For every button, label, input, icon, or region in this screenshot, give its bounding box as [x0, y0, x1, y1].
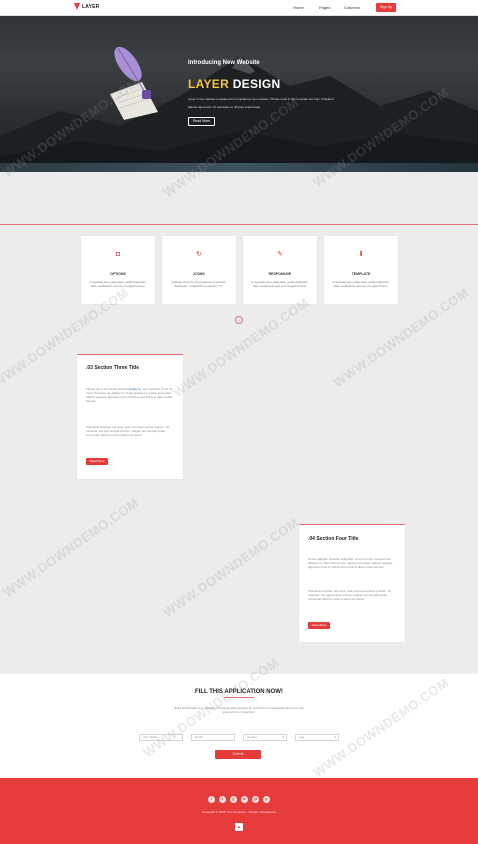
- refresh-icon: ↻: [196, 251, 202, 258]
- section-four-paragraph-2: Phasellus tincidunt nec ante, quis commo…: [308, 589, 391, 601]
- hero-text-1: Layer is free website template from temp…: [188, 97, 335, 101]
- nav-link-columns[interactable]: Columns: [344, 5, 360, 10]
- brand-name: LAYER: [82, 3, 100, 10]
- section-four-read-more-button[interactable]: Read More: [308, 622, 330, 629]
- feature-title: OPTIONS: [110, 272, 126, 276]
- hero-title-accent: LAYER: [188, 77, 230, 91]
- copyright-text: Copyright © 2016 Your Company · Design: …: [202, 810, 276, 814]
- pencil-icon: ✎: [277, 251, 283, 258]
- section-three-box: .03 Section Three Title Please tell your…: [77, 354, 183, 479]
- feature-card-responsive: ✎ RESPONSIVE In egestas arcu vitae diam …: [243, 236, 317, 304]
- section-three-title: .03 Section Three Title: [86, 365, 139, 371]
- hero-title: LAYER DESIGN: [188, 77, 281, 91]
- section-four-title: .04 Section Four Title: [308, 536, 359, 542]
- youtube-icon[interactable]: yt: [252, 796, 259, 803]
- form-title-underline: [224, 697, 254, 698]
- section-four-box: .04 Section Four Title Donec aliquam tin…: [299, 524, 405, 642]
- download-icon: ⬇: [358, 251, 364, 258]
- feature-text: In egestas arcu vitae diam mollis dignis…: [332, 280, 390, 288]
- camera-icon: ◘: [115, 251, 121, 258]
- feature-card-icons: ↻ ICONS Change icons by Font Awesome web…: [162, 236, 236, 304]
- feature-title: RESPONSIVE: [268, 272, 292, 276]
- signup-button[interactable]: Sign Up: [376, 3, 396, 12]
- feature-text: In egestas arcu vitae diam mollis dignis…: [89, 280, 147, 288]
- name-input[interactable]: Your Name: [139, 734, 183, 741]
- back-to-top-icon[interactable]: ▲: [235, 823, 243, 831]
- watermark-text: WWW.DOWNDEMO.COM: [160, 514, 302, 621]
- age-select[interactable]: Age: [295, 734, 339, 741]
- form-title: FILL THIS APPLICATION NOW!: [195, 689, 283, 695]
- feature-text: In egestas arcu vitae diam mollis dignis…: [251, 280, 309, 288]
- logo-triangle-icon: [74, 3, 80, 10]
- hero-title-rest: DESIGN: [229, 77, 281, 91]
- brand-logo[interactable]: LAYER: [74, 3, 100, 10]
- hero-banner: Introducing New Website LAYER DESIGN Lay…: [0, 16, 478, 172]
- section-three-paragraph-2: Phasellus tincidunt nec ante, quis commo…: [86, 425, 169, 437]
- form-description: Nulla blandit felis nec, volutpat conseq…: [174, 706, 304, 714]
- section-divider: [0, 224, 478, 225]
- feature-title: TEMPLATE: [351, 272, 371, 276]
- nav-link-pages[interactable]: Pages: [319, 5, 330, 10]
- email-input[interactable]: Email: [191, 734, 235, 741]
- facebook-icon[interactable]: f: [208, 796, 215, 803]
- scroll-down-icon[interactable]: ⌄: [235, 316, 243, 324]
- hero-read-more-button[interactable]: Read More: [188, 117, 215, 126]
- section-four-paragraph-1: Donec aliquam tincidunt vulputate. Ut si…: [308, 557, 393, 569]
- hero-kicker: Introducing New Website: [188, 60, 260, 66]
- feature-text: Change icons by Font Awesome website. Ex…: [171, 280, 227, 288]
- google-plus-icon[interactable]: g: [230, 796, 237, 803]
- mountain-background: [0, 56, 478, 172]
- section-three-paragraph-1: Please tell your friends about templatem…: [86, 387, 173, 403]
- linkedin-icon[interactable]: in: [241, 796, 248, 803]
- quill-paper-icon: [110, 46, 158, 120]
- top-navbar: LAYER Home Pages Columns Sign Up: [0, 0, 478, 16]
- watermark-text: WWW.DOWNDEMO.COM: [0, 494, 142, 601]
- gender-select[interactable]: Gender: [243, 734, 287, 741]
- watermark-text: WWW.DOWNDEMO.COM: [170, 294, 312, 401]
- nav-link-home[interactable]: Home: [293, 5, 304, 10]
- feature-card-options: ◘ OPTIONS In egestas arcu vitae diam mol…: [81, 236, 155, 304]
- feature-card-template: ⬇ TEMPLATE In egestas arcu vitae diam mo…: [324, 236, 398, 304]
- hero-bottom-strip: [0, 163, 478, 172]
- pinterest-icon[interactable]: p: [263, 796, 270, 803]
- hero-text-2: Mauris eget lacus. Ut sed tellus et ultr…: [188, 105, 261, 109]
- twitter-icon[interactable]: t: [219, 796, 226, 803]
- section-three-read-more-button[interactable]: Read More: [86, 458, 108, 465]
- submit-button[interactable]: Submit: [215, 750, 261, 759]
- feature-title: ICONS: [193, 272, 205, 276]
